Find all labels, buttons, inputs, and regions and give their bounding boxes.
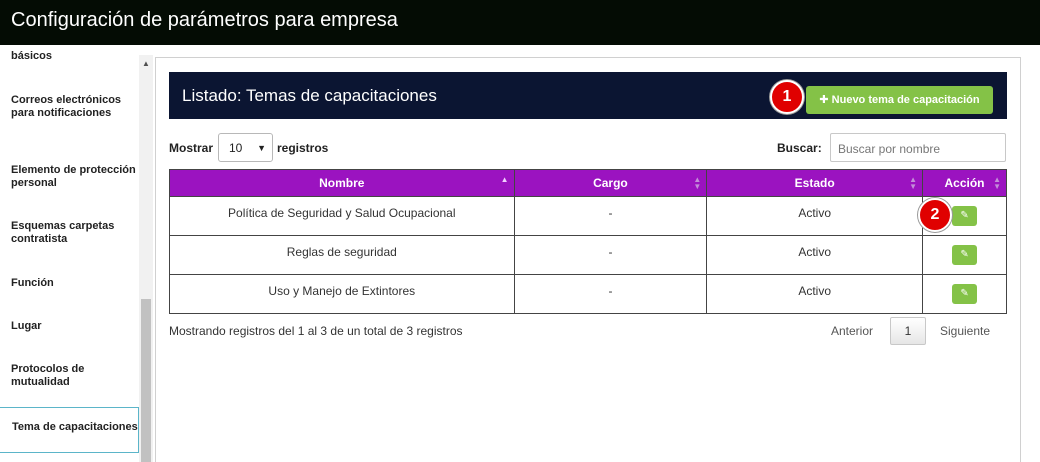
panel-title: Listado: Temas de capacitaciones	[182, 86, 437, 105]
cell-estado: Activo	[706, 196, 924, 236]
cell-accion: ✎	[922, 235, 1007, 275]
step-badge-2: 2	[918, 198, 952, 232]
pagination-info: Mostrando registros del 1 al 3 de un tot…	[169, 324, 463, 338]
show-label: Mostrar	[169, 141, 214, 155]
panel-header: Listado: Temas de capacitaciones ✚ Nuevo…	[169, 72, 1007, 119]
cell-nombre: Política de Seguridad y Salud Ocupaciona…	[169, 196, 515, 236]
cell-cargo: -	[513, 235, 708, 275]
sidebar-item-epp[interactable]: Elemento de protección personal	[0, 164, 139, 190]
edit-pencil-icon[interactable]: ✎	[952, 206, 978, 226]
training-topics-table: Nombre ▲ Cargo ▲ ▼ Estado ▲ ▼ Acción ▲ ▼ Políti…	[169, 169, 1007, 314]
cell-estado: Activo	[706, 235, 924, 275]
column-header-nombre[interactable]: Nombre ▲	[169, 169, 515, 197]
sort-icon: ▲ ▼	[909, 175, 918, 191]
sidebar-item-correos[interactable]: Correos electrónicos para notificaciones	[0, 94, 139, 120]
edit-pencil-icon[interactable]: ✎	[952, 284, 978, 304]
app-title-bar: Configuración de parámetros para empresa	[0, 0, 1040, 45]
cell-cargo: -	[513, 274, 708, 314]
sidebar-item-protocolos[interactable]: Protocolos de mutualidad	[0, 363, 139, 389]
table-row: Política de Seguridad y Salud Ocupaciona…	[169, 196, 1007, 236]
records-label: registros	[277, 141, 329, 155]
pagination-next[interactable]: Siguiente	[940, 324, 990, 338]
step-badge-1: 1	[770, 80, 804, 114]
cell-nombre: Uso y Manejo de Extintores	[169, 274, 515, 314]
cell-nombre: Reglas de seguridad	[169, 235, 515, 275]
sidebar-item-tema-capacitaciones[interactable]: Tema de capacitaciones	[0, 407, 139, 453]
scroll-up-arrow-icon[interactable]: ▲	[139, 59, 153, 71]
sort-icon: ▲ ▼	[993, 175, 1001, 191]
search-input[interactable]: Buscar por nombre	[830, 133, 1006, 162]
chevron-down-icon: ▼	[257, 143, 266, 153]
table-row: Reglas de seguridad - Activo ✎	[169, 235, 1007, 275]
app-title: Configuración de parámetros para empresa	[11, 9, 398, 31]
edit-pencil-icon[interactable]: ✎	[952, 245, 978, 265]
new-training-topic-button[interactable]: ✚ Nuevo tema de capacitación	[806, 86, 993, 114]
cell-estado: Activo	[706, 274, 924, 314]
cell-cargo: -	[513, 196, 708, 236]
sidebar-item-basicos[interactable]: básicos	[0, 50, 139, 63]
search-label: Buscar:	[777, 141, 822, 155]
scroll-thumb[interactable]	[141, 299, 151, 462]
column-header-cargo[interactable]: Cargo ▲ ▼	[513, 169, 708, 197]
sidebar-item-esquemas[interactable]: Esquemas carpetas contratista	[0, 220, 139, 246]
column-header-estado[interactable]: Estado ▲ ▼	[706, 169, 924, 197]
sidebar-item-funcion[interactable]: Función	[0, 277, 139, 290]
table-row: Uso y Manejo de Extintores - Activo ✎	[169, 274, 1007, 314]
sort-icon: ▲ ▼	[693, 175, 702, 191]
sidebar: básicos Correos electrónicos para notifi…	[0, 45, 153, 462]
sidebar-item-lugar[interactable]: Lugar	[0, 320, 139, 333]
page-size-select[interactable]: 10 ▼	[218, 133, 273, 162]
column-header-accion[interactable]: Acción ▲ ▼	[922, 169, 1007, 197]
main-content: Listado: Temas de capacitaciones ✚ Nuevo…	[155, 57, 1021, 462]
sort-asc-icon: ▲	[500, 175, 509, 184]
sidebar-scrollbar[interactable]: ▲	[139, 55, 153, 462]
cell-accion: ✎	[922, 274, 1007, 314]
pagination-prev[interactable]: Anterior	[831, 324, 873, 338]
pagination-page-1[interactable]: 1	[890, 317, 926, 345]
